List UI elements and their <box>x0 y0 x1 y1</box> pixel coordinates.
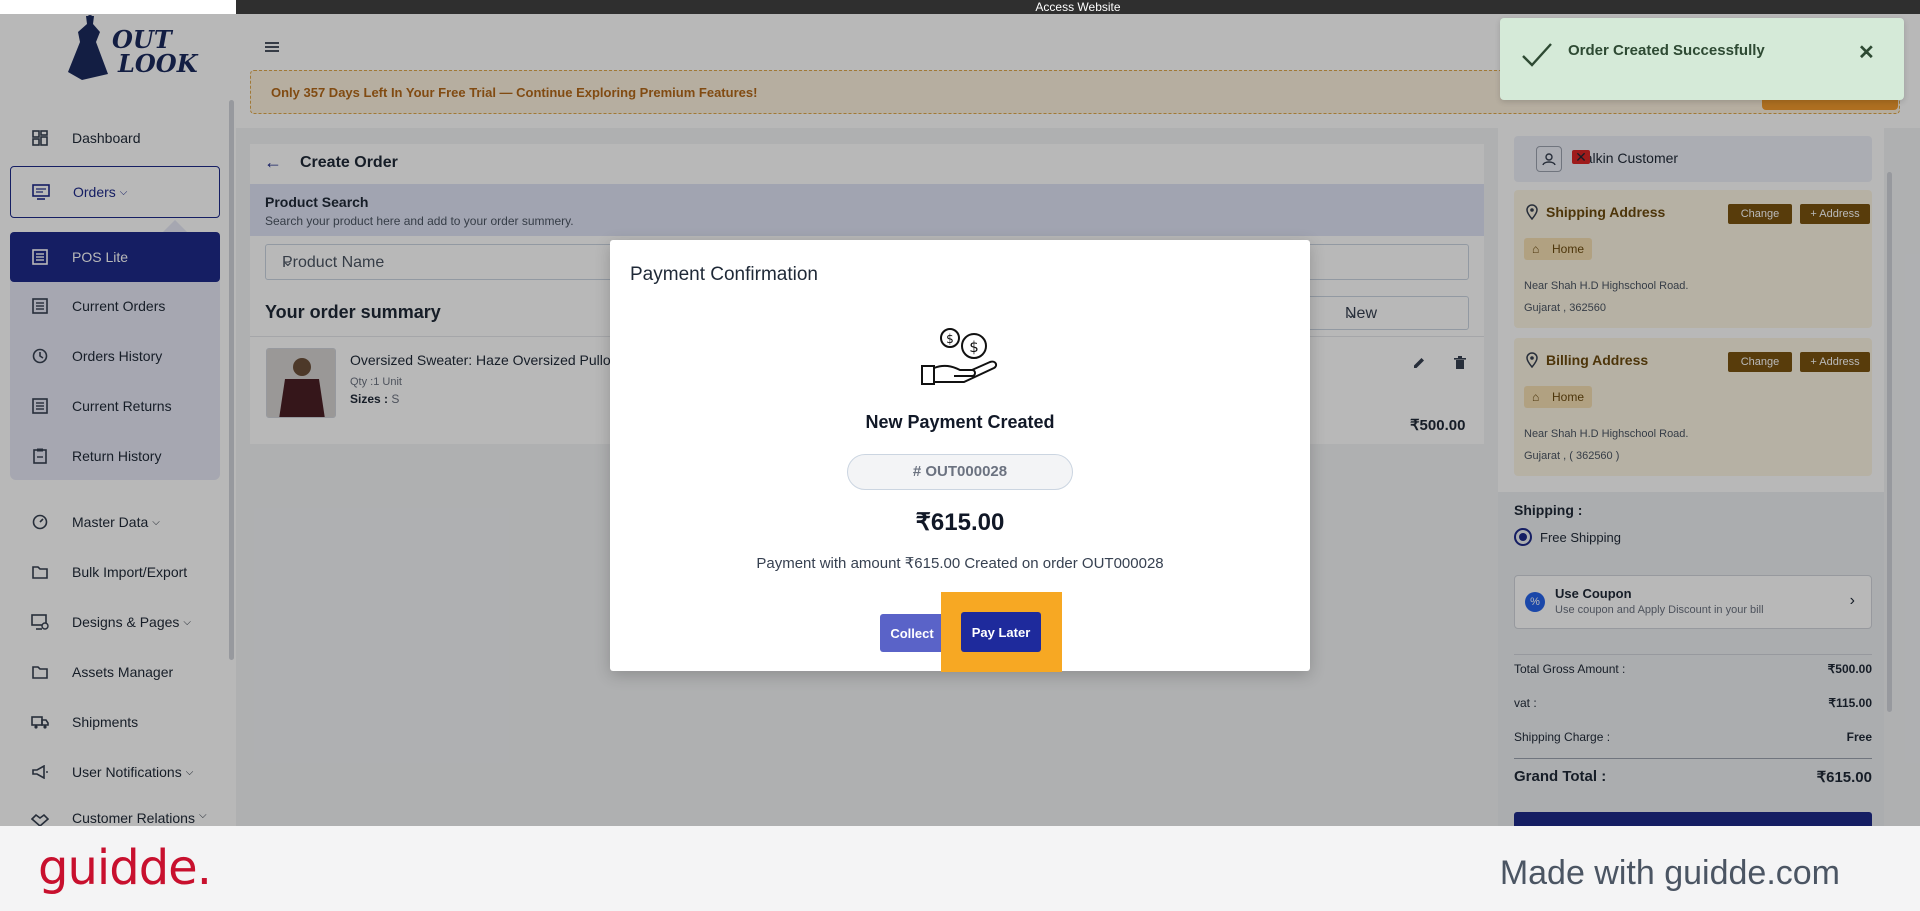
payment-amount: ₹615.00 <box>915 509 1005 536</box>
order-id-chip: # OUT000028 <box>847 454 1073 490</box>
check-icon <box>1520 40 1554 74</box>
svg-text:$: $ <box>946 332 954 346</box>
modal-title: Payment Confirmation <box>630 264 818 285</box>
collect-button[interactable]: Collect <box>880 614 944 652</box>
guidde-logo: guidde. <box>38 840 212 896</box>
svg-text:$: $ <box>969 338 979 356</box>
payment-description: Payment with amount ₹615.00 Created on o… <box>756 555 1164 572</box>
payment-hand-coins-icon: $ $ <box>920 326 1000 393</box>
made-with-text: Made with guidde.com <box>1499 854 1840 892</box>
success-toast: Order Created Successfully ✕ <box>1500 18 1904 100</box>
payment-confirmation-modal: Payment Confirmation $ $ New Payment Cre… <box>610 240 1310 672</box>
top-access-bar: Access Website <box>236 0 1920 14</box>
close-icon[interactable]: ✕ <box>1858 40 1875 65</box>
access-website-link[interactable]: Access Website <box>236 0 1920 14</box>
modal-heading: New Payment Created <box>865 412 1055 432</box>
guidde-footer: guidde. Made with guidde.com <box>0 826 1920 911</box>
pay-later-button[interactable]: Pay Later <box>961 612 1041 652</box>
toast-message: Order Created Successfully <box>1568 42 1765 59</box>
